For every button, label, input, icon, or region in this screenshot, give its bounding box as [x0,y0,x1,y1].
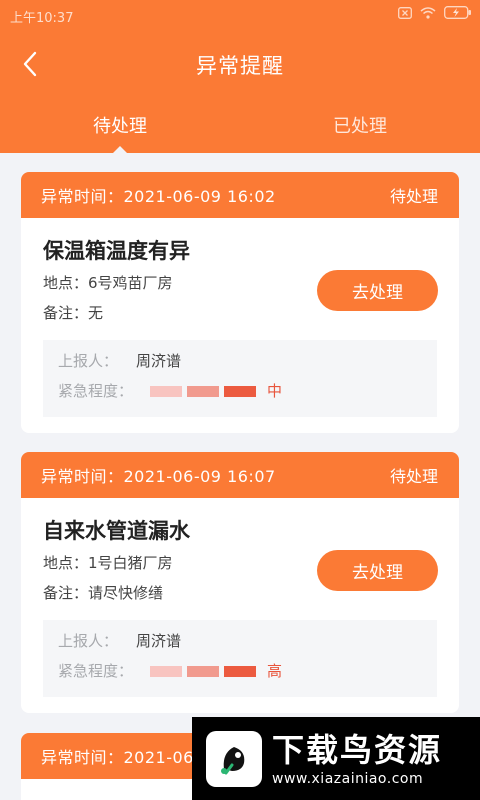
header: 上午10:37 异常提醒 待处理 已处理 [0,0,480,153]
card-header: 异常时间：2021-06-09 16:07 待处理 [21,452,459,498]
wifi-icon [420,6,436,23]
urgency-bar-high [224,385,257,397]
urgency-value: 中 [267,382,283,400]
reporter-name: 周济谱 [136,632,182,650]
urgency-value: 高 [267,662,283,680]
handle-button[interactable]: 去处理 [317,270,438,311]
urgency-bar-mid [187,385,220,397]
urgency-bar-mid [187,665,220,677]
handle-button[interactable]: 去处理 [317,550,438,591]
alert-card: 异常时间：2021-06-09 16:02 待处理 保温箱温度有异 地点：6号鸡… [21,172,459,433]
close-box-icon [398,6,412,23]
alert-card: 异常时间：2021-06-09 16:07 待处理 自来水管道漏水 地点：1号白… [21,452,459,713]
alert-title: 保温箱温度有异 [43,239,190,263]
urgency-row: 紧急程度： 高 [58,656,422,686]
alert-time: 异常时间：2021-06-09 16:07 [41,467,276,486]
tab-processed[interactable]: 已处理 [240,112,480,138]
status-bar: 上午10:37 [0,0,480,30]
watermark-url: www.xiazainiao.com [272,770,424,787]
reporter-label: 上报人： [58,352,119,370]
urgency-bar-high [224,665,257,677]
alert-status: 待处理 [389,467,438,486]
status-icons [398,6,472,23]
reporter-row: 上报人： 周济谱 [58,626,422,656]
watermark-logo [206,730,262,787]
reporter-row: 上报人： 周济谱 [58,346,422,376]
reporter-name: 周济谱 [136,352,182,370]
urgency-label: 紧急程度： [58,382,134,400]
card-body: 保温箱温度有异 地点：6号鸡苗厂房 备注：无 去处理 上报人： 周济谱 紧急程度… [21,218,459,417]
alert-time: 异常时间：2021-06-09 16:02 [41,187,276,206]
battery-icon [444,6,472,23]
card-body: 自来水管道漏水 地点：1号白猪厂房 备注：请尽快修缮 去处理 上报人： 周济谱 … [21,498,459,697]
alert-status: 待处理 [389,187,438,206]
page-title: 异常提醒 [196,54,284,78]
alert-title: 自来水管道漏水 [43,519,190,543]
nav-bar: 异常提醒 [0,40,480,88]
watermark-title: 下载鸟资源 [272,730,443,769]
alert-time: 异常时间：2021-06 [41,748,194,767]
urgency-row: 紧急程度： 中 [58,376,422,406]
report-box: 上报人： 周济谱 紧急程度： 高 [43,620,437,697]
tab-pending[interactable]: 待处理 [0,112,240,138]
urgency-level-bars [150,665,257,677]
report-box: 上报人： 周济谱 紧急程度： 中 [43,340,437,417]
urgency-bar-low [150,665,183,677]
card-header: 异常时间：2021-06-09 16:02 待处理 [21,172,459,218]
urgency-label: 紧急程度： [58,662,134,680]
active-tab-indicator [113,146,127,153]
status-time: 上午10:37 [10,11,74,26]
watermark-text: 下载鸟资源 www.xiazainiao.com [272,731,442,787]
watermark: 下载鸟资源 www.xiazainiao.com [192,717,480,800]
reporter-label: 上报人： [58,632,119,650]
urgency-level-bars [150,385,257,397]
tab-bar: 待处理 已处理 [0,104,480,153]
urgency-bar-low [150,385,183,397]
